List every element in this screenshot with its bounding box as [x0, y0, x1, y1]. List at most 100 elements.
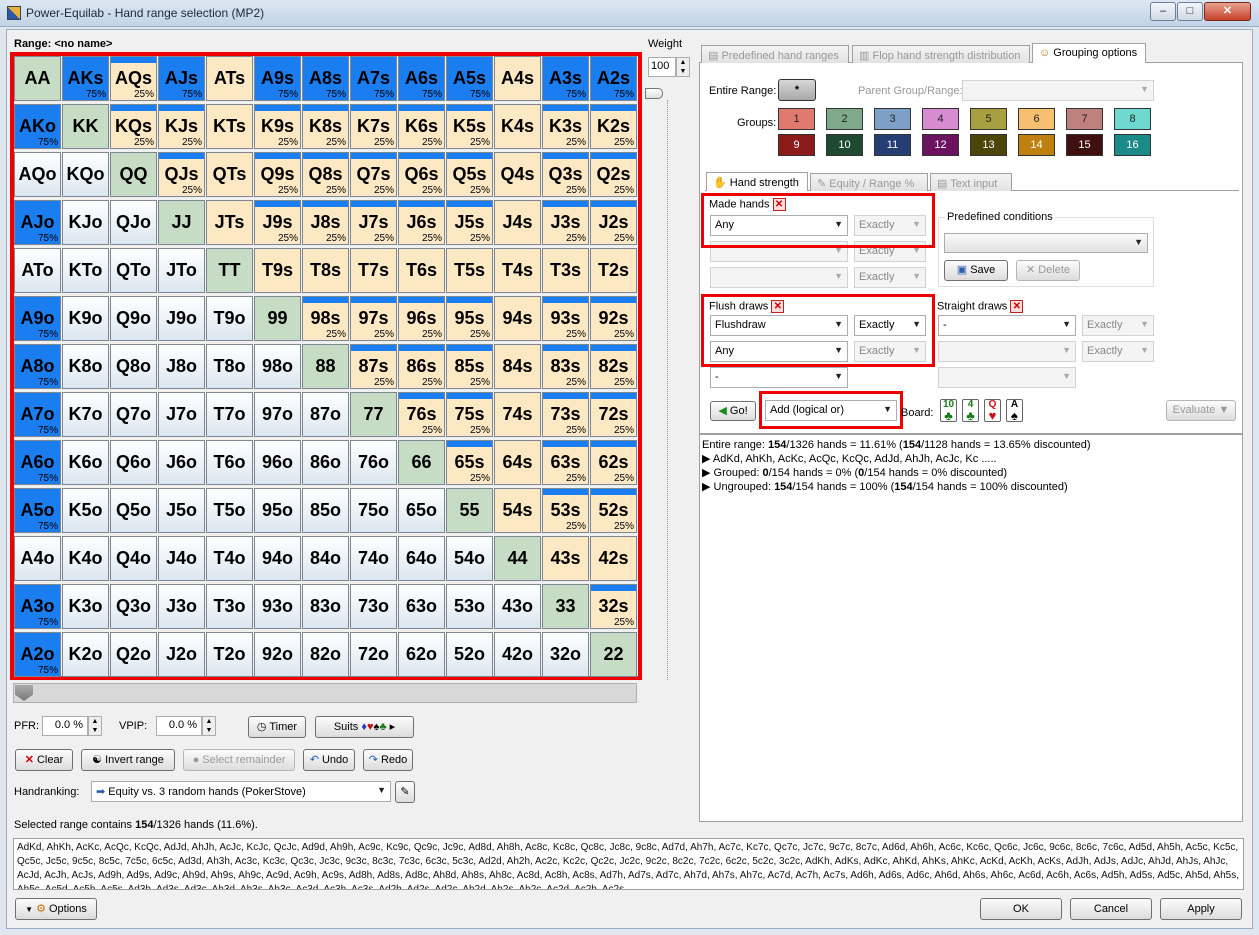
redo-button[interactable]: ↷ Redo: [363, 749, 413, 771]
hand-cell[interactable]: TT: [206, 248, 253, 293]
straight-draw-select-2[interactable]: ▼: [938, 341, 1076, 362]
hand-cell[interactable]: 63o: [398, 584, 445, 629]
hand-cell[interactable]: 74o: [350, 536, 397, 581]
tab-predefined-hand-ranges[interactable]: ▤ Predefined hand ranges: [701, 45, 849, 63]
hand-cell[interactable]: 52o: [446, 632, 493, 677]
hand-cell[interactable]: T4s: [494, 248, 541, 293]
group-button[interactable]: 15: [1066, 134, 1103, 156]
evaluate-button[interactable]: Evaluate ▼: [1166, 400, 1236, 421]
hand-cell[interactable]: Q2o: [110, 632, 157, 677]
group-button[interactable]: 2: [826, 108, 863, 130]
hand-cell[interactable]: 96s 25%: [398, 296, 445, 341]
hand-cell[interactable]: KQo: [62, 152, 109, 197]
hand-cell[interactable]: 72s 25%: [590, 392, 637, 437]
parent-group-select[interactable]: ▼: [962, 80, 1154, 101]
hand-cell[interactable]: 54o: [446, 536, 493, 581]
hand-cell[interactable]: T6s: [398, 248, 445, 293]
hand-cell[interactable]: 86o: [302, 440, 349, 485]
edit-handranking-button[interactable]: ✎: [395, 781, 415, 803]
remove-straight-draws-icon[interactable]: ✕: [1010, 300, 1024, 313]
hand-cell[interactable]: K5o: [62, 488, 109, 533]
hand-cell[interactable]: 99: [254, 296, 301, 341]
hand-cell[interactable]: 22: [590, 632, 637, 677]
group-button[interactable]: 1: [778, 108, 815, 130]
hand-cell[interactable]: A3s 75%: [542, 56, 589, 101]
hand-cell[interactable]: J8o: [158, 344, 205, 389]
hand-cell[interactable]: AKo 75%: [14, 104, 61, 149]
weight-input[interactable]: 100: [648, 57, 676, 77]
tab-grouping-options[interactable]: ☺ Grouping options: [1032, 43, 1146, 63]
board-card[interactable]: Q ♥: [984, 399, 1001, 422]
pfr-spinner[interactable]: ▲ ▼: [88, 716, 102, 736]
hand-cell[interactable]: 62s 25%: [590, 440, 637, 485]
hand-cell[interactable]: J9s 25%: [254, 200, 301, 245]
hand-cell[interactable]: 87o: [302, 392, 349, 437]
hand-cell[interactable]: T4o: [206, 536, 253, 581]
clear-button[interactable]: ✕ Clear: [15, 749, 73, 771]
hand-cell[interactable]: 97s 25%: [350, 296, 397, 341]
hand-cell[interactable]: J6s 25%: [398, 200, 445, 245]
hand-cell[interactable]: Q7o: [110, 392, 157, 437]
group-button[interactable]: 3: [874, 108, 911, 130]
hand-cell[interactable]: QTs: [206, 152, 253, 197]
hand-cell[interactable]: 85s 25%: [446, 344, 493, 389]
hand-cell[interactable]: AQs 25%: [110, 56, 157, 101]
ok-button[interactable]: OK: [980, 898, 1062, 920]
select-remainder-button[interactable]: ● Select remainder: [183, 749, 295, 771]
weight-slider-thumb[interactable]: [645, 88, 663, 99]
hand-cell[interactable]: A5s 75%: [446, 56, 493, 101]
hand-cell[interactable]: 92s 25%: [590, 296, 637, 341]
tab-equity-range[interactable]: ✎ Equity / Range %: [810, 173, 928, 191]
hand-cell[interactable]: 43o: [494, 584, 541, 629]
hand-cell[interactable]: JJ: [158, 200, 205, 245]
hand-cell[interactable]: AJs 75%: [158, 56, 205, 101]
hand-cell[interactable]: J9o: [158, 296, 205, 341]
straight-exactly-select[interactable]: Exactly ▼: [1082, 315, 1154, 336]
hand-cell[interactable]: 73o: [350, 584, 397, 629]
percent-slider[interactable]: [13, 683, 637, 703]
combos-text-area[interactable]: AdKd, AhKh, AcKc, AcQc, KcQc, AdJd, AhJh…: [13, 838, 1244, 890]
flush-select-3[interactable]: - ▼: [710, 367, 848, 388]
hand-cell[interactable]: 85o: [302, 488, 349, 533]
hand-cell[interactable]: 54s: [494, 488, 541, 533]
handranking-select[interactable]: ➡ Equity vs. 3 random hands (PokerStove)…: [91, 781, 391, 802]
timer-button[interactable]: ◷ Timer: [248, 716, 306, 738]
hand-cell[interactable]: 53o: [446, 584, 493, 629]
hand-cell[interactable]: K2s 25%: [590, 104, 637, 149]
hand-cell[interactable]: T8s: [302, 248, 349, 293]
hand-cell[interactable]: 42o: [494, 632, 541, 677]
options-button[interactable]: ▼ ⚙ Options: [15, 898, 97, 920]
hand-cell[interactable]: 98o: [254, 344, 301, 389]
hand-cell[interactable]: 43s: [542, 536, 589, 581]
group-button[interactable]: 5: [970, 108, 1007, 130]
hand-cell[interactable]: T8o: [206, 344, 253, 389]
hand-cell[interactable]: K4o: [62, 536, 109, 581]
straight-draw-select[interactable]: - ▼: [938, 315, 1076, 336]
hand-cell[interactable]: J4o: [158, 536, 205, 581]
hand-cell[interactable]: 73s 25%: [542, 392, 589, 437]
hand-cell[interactable]: A2s 75%: [590, 56, 637, 101]
hand-cell[interactable]: A7s 75%: [350, 56, 397, 101]
hand-cell[interactable]: A8s 75%: [302, 56, 349, 101]
hand-cell[interactable]: J8s 25%: [302, 200, 349, 245]
hand-cell[interactable]: 52s 25%: [590, 488, 637, 533]
hand-cell[interactable]: 75o: [350, 488, 397, 533]
hand-cell[interactable]: Q3s 25%: [542, 152, 589, 197]
tab-hand-strength[interactable]: ✋ Hand strength: [706, 172, 808, 191]
group-button[interactable]: 13: [970, 134, 1007, 156]
hand-cell[interactable]: K9o: [62, 296, 109, 341]
hand-cell[interactable]: KJo: [62, 200, 109, 245]
hand-cell[interactable]: T3o: [206, 584, 253, 629]
hand-cell[interactable]: 93o: [254, 584, 301, 629]
hand-cell[interactable]: ATo: [14, 248, 61, 293]
minimize-button[interactable]: ‒: [1150, 2, 1176, 21]
hand-cell[interactable]: T6o: [206, 440, 253, 485]
hand-cell[interactable]: 64o: [398, 536, 445, 581]
group-button[interactable]: 11: [874, 134, 911, 156]
hand-cell[interactable]: 42s: [590, 536, 637, 581]
hand-cell[interactable]: J5o: [158, 488, 205, 533]
hand-cell[interactable]: 32o: [542, 632, 589, 677]
hand-cell[interactable]: QQ: [110, 152, 157, 197]
vpip-input[interactable]: 0.0 %: [156, 716, 202, 736]
hand-cell[interactable]: 44: [494, 536, 541, 581]
